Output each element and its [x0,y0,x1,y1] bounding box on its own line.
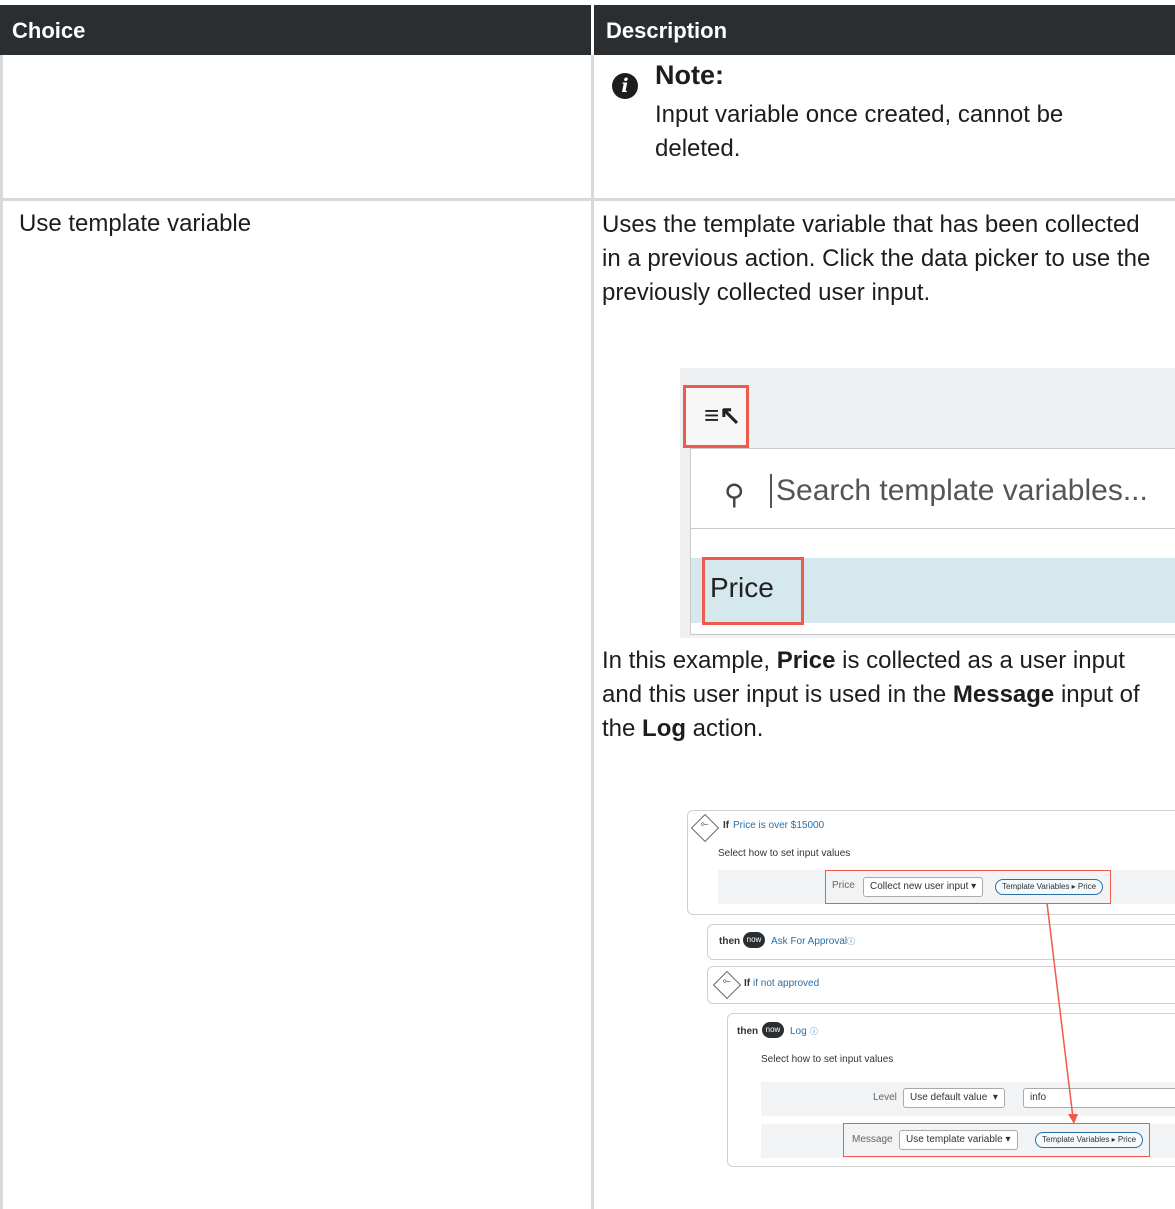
search-icon: ⚲ [724,479,745,510]
header-choice: Choice [0,5,591,55]
info-icon: i [612,73,638,99]
flow-screenshot: ⟜ If Price is over $15000 Select how to … [685,808,1175,1168]
row-divider [0,198,1175,201]
search-input[interactable]: Search template variables... [770,474,1148,508]
note-text: Input variable once created, cannot be d… [655,101,1064,162]
description-text: Uses the template variable that has been… [602,211,1151,306]
table-border-left [0,55,3,1209]
data-picker-screenshot: ≡↖ ⚲ Search template variables... Price [680,368,1175,638]
data-picker-button[interactable]: ≡↖ [683,385,749,448]
list-item-label: Price [710,572,774,603]
header-description: Description [594,5,1175,55]
note-title: Note: [655,60,724,90]
choice-cell: Use template variable [19,210,252,237]
divider [690,528,1175,529]
example-text: In this example, Price is collected as a… [602,647,1140,742]
column-divider [591,55,594,1209]
connector-arrow [1046,902,1078,1124]
data-picker-icon: ≡↖ [704,400,741,430]
